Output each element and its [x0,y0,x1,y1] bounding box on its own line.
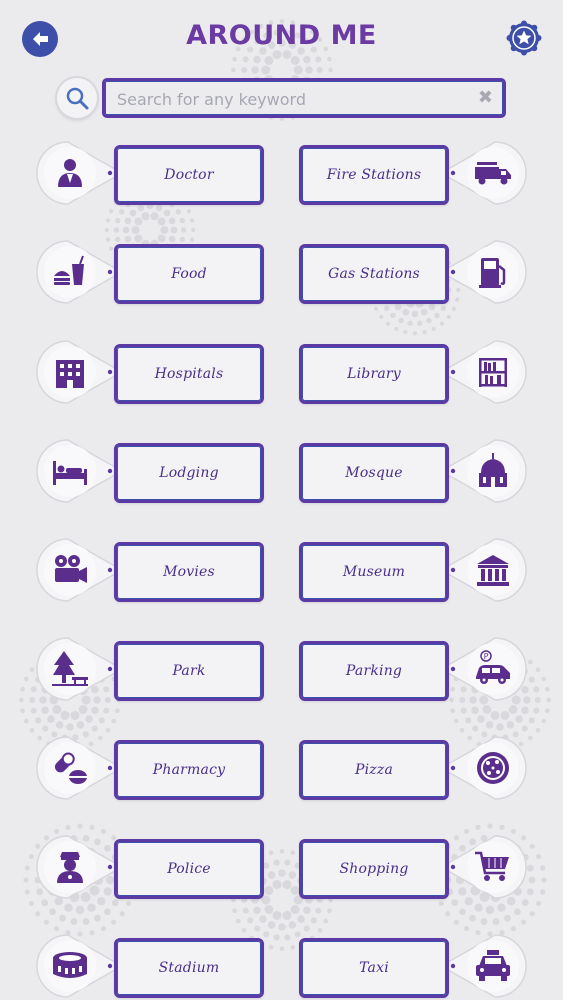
category-button[interactable]: Pizza [299,740,449,800]
category-button[interactable]: Stadium [114,938,264,998]
category-pin: P [441,637,527,701]
category-pin [441,736,527,800]
category-pin [36,141,122,205]
category-pin [441,240,527,304]
category-label: Doctor [164,167,214,183]
category-pin [441,439,527,503]
pizza-icon [477,752,509,784]
category-item-taxi[interactable]: Taxi [293,934,533,1000]
category-item-fire-stations[interactable]: Fire Stations [293,141,533,208]
category-button[interactable]: Fire Stations [299,145,449,205]
search-icon [66,87,89,110]
category-item-movies[interactable]: Movies [30,538,270,605]
category-button[interactable]: Museum [299,542,449,602]
category-pin [36,835,122,899]
category-button[interactable]: Police [114,839,264,899]
category-pin [441,934,527,998]
category-pin [36,637,122,701]
category-button[interactable]: Shopping [299,839,449,899]
category-item-shopping[interactable]: Shopping [293,835,533,902]
category-pin [36,538,122,602]
category-button[interactable]: Doctor [114,145,264,205]
category-item-museum[interactable]: Museum [293,538,533,605]
category-button[interactable]: Movies [114,542,264,602]
category-pin [36,736,122,800]
category-grid: Doctor Fire Stations Food Gas Stations H… [0,0,563,1000]
category-label: Hospitals [154,366,224,382]
category-pin [36,340,122,404]
category-label: Pharmacy [152,762,226,778]
category-pin [36,934,122,998]
category-button[interactable]: Gas Stations [299,244,449,304]
category-pin [36,439,122,503]
category-label: Museum [342,564,406,580]
category-label: Mosque [345,465,403,481]
category-button[interactable]: Mosque [299,443,449,503]
category-item-park[interactable]: Park [30,637,270,704]
category-label: Police [167,861,211,877]
category-label: Taxi [359,960,389,976]
category-button[interactable]: Lodging [114,443,264,503]
category-button[interactable]: Pharmacy [114,740,264,800]
search-button[interactable] [57,78,97,118]
category-button[interactable]: Taxi [299,938,449,998]
category-label: Fire Stations [326,167,422,183]
category-pin [441,141,527,205]
category-item-library[interactable]: Library [293,340,533,407]
category-item-pizza[interactable]: Pizza [293,736,533,803]
category-label: Shopping [339,861,409,877]
category-pin [441,538,527,602]
stadium-icon [53,952,87,978]
category-item-stadium[interactable]: Stadium [30,934,270,1000]
category-button[interactable]: Food [114,244,264,304]
category-label: Pizza [355,762,393,778]
category-label: Parking [345,663,403,679]
category-item-parking[interactable]: P Parking [293,637,533,704]
category-button[interactable]: Parking [299,641,449,701]
category-item-food[interactable]: Food [30,240,270,307]
category-item-gas-stations[interactable]: Gas Stations [293,240,533,307]
category-item-lodging[interactable]: Lodging [30,439,270,506]
category-label: Gas Stations [328,266,420,282]
category-item-hospitals[interactable]: Hospitals [30,340,270,407]
category-pin [441,835,527,899]
svg-text:P: P [484,652,489,661]
category-label: Library [347,366,401,382]
category-pin [36,240,122,304]
category-label: Movies [163,564,215,580]
category-label: Food [171,266,207,282]
category-button[interactable]: Library [299,344,449,404]
category-item-police[interactable]: Police [30,835,270,902]
category-label: Park [172,663,206,679]
category-button[interactable]: Park [114,641,264,701]
category-button[interactable]: Hospitals [114,344,264,404]
category-pin [441,340,527,404]
category-item-mosque[interactable]: Mosque [293,439,533,506]
hospital-icon [56,360,84,388]
category-label: Stadium [158,960,220,976]
category-item-pharmacy[interactable]: Pharmacy [30,736,270,803]
category-item-doctor[interactable]: Doctor [30,141,270,208]
category-label: Lodging [159,465,219,481]
